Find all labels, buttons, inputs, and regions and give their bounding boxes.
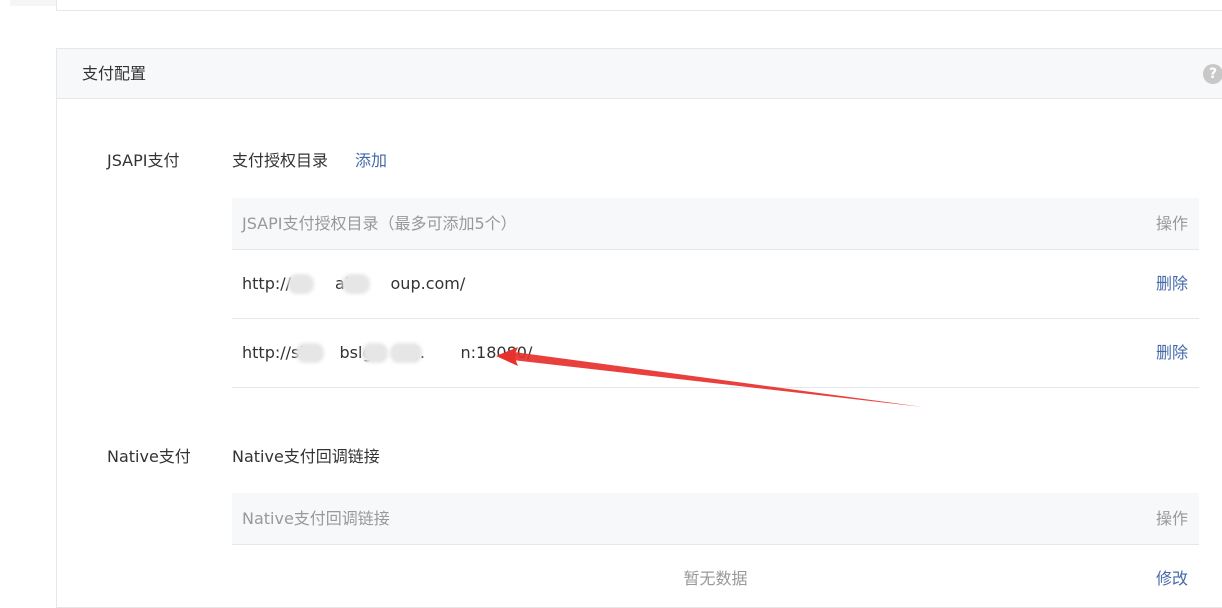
panel-header: 支付配置 ? bbox=[57, 49, 1222, 99]
native-subtitle: Native支付回调链接 bbox=[232, 447, 380, 466]
column-header-directory: JSAPI支付授权目录（最多可添加5个） bbox=[242, 214, 517, 233]
table-row: http://s ab oup.com/ 删除 bbox=[232, 250, 1199, 319]
empty-row: 暂无数据 修改 bbox=[232, 545, 1199, 605]
column-header-operation: 操作 bbox=[1155, 509, 1188, 528]
add-directory-link[interactable]: 添加 bbox=[355, 151, 387, 171]
redaction-blur bbox=[342, 274, 370, 294]
redaction-blur bbox=[362, 343, 388, 363]
empty-state-text: 暂无数据 bbox=[683, 569, 748, 588]
redaction-blur bbox=[288, 274, 314, 294]
column-header-callback: Native支付回调链接 bbox=[242, 509, 390, 528]
redaction-blur bbox=[390, 343, 422, 363]
delete-button[interactable]: 删除 bbox=[1156, 274, 1188, 294]
table-header: JSAPI支付授权目录（最多可添加5个） 操作 bbox=[232, 198, 1199, 250]
jsapi-directory-table: JSAPI支付授权目录（最多可添加5个） 操作 http://s ab oup.… bbox=[232, 198, 1199, 388]
edit-button[interactable]: 修改 bbox=[1156, 569, 1188, 589]
table-row: http://sł bslg: ). n:18080/ 删除 bbox=[232, 319, 1199, 388]
jsapi-section-label: JSAPI支付 bbox=[107, 151, 180, 170]
delete-button[interactable]: 删除 bbox=[1156, 343, 1188, 363]
previous-panel-edge bbox=[56, 0, 1222, 11]
native-section-label: Native支付 bbox=[107, 447, 191, 466]
panel-title: 支付配置 bbox=[82, 64, 147, 83]
redaction-blur bbox=[296, 343, 324, 363]
column-header-operation: 操作 bbox=[1155, 214, 1188, 233]
jsapi-subtitle: 支付授权目录 bbox=[232, 151, 329, 170]
table-header: Native支付回调链接 操作 bbox=[232, 493, 1199, 545]
help-icon[interactable]: ? bbox=[1203, 64, 1222, 84]
native-callback-table: Native支付回调链接 操作 暂无数据 修改 bbox=[232, 493, 1199, 605]
